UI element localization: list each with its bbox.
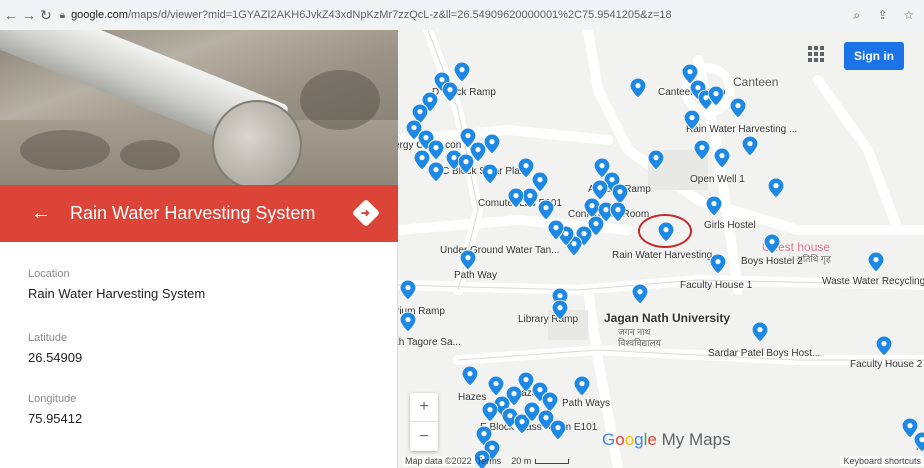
location-value: Rain Water Harvesting System	[28, 286, 206, 301]
map-label-jnu: Jagan Nath University	[604, 311, 731, 325]
map-marker-icon[interactable]	[768, 178, 784, 198]
map-marker-icon[interactable]	[764, 234, 780, 254]
map-label-path-way: Path Way	[454, 270, 497, 281]
directions-icon[interactable]: ➜	[351, 198, 381, 228]
star-icon[interactable]: ☆	[900, 6, 918, 24]
zoom-control: + −	[410, 393, 438, 451]
map-label-canteen: Canteen	[733, 75, 779, 89]
map-marker-icon[interactable]	[752, 322, 768, 342]
map-marker-icon[interactable]	[612, 184, 628, 204]
selected-marker-highlight	[638, 214, 692, 248]
map-marker-icon[interactable]	[914, 432, 924, 452]
place-photo	[0, 30, 398, 185]
back-arrow-icon[interactable]: ←	[30, 202, 52, 225]
keyboard-shortcuts-link[interactable]: Keyboard shortcuts	[840, 456, 924, 466]
lock-icon: 🔒︎	[59, 9, 66, 21]
map-label-open-well: Open Well 1	[690, 174, 745, 185]
reload-icon[interactable]: ↻	[40, 5, 52, 25]
map-marker-icon[interactable]	[684, 110, 700, 130]
map-label-path-ways: Path Ways	[562, 398, 610, 409]
map-label-tagore: th Tagore Sa...	[398, 337, 461, 348]
map-marker-icon[interactable]	[400, 312, 416, 332]
map-marker-icon[interactable]	[552, 300, 568, 320]
map-label-boys-hostel: Boys Hostel 2	[741, 256, 803, 267]
forward-icon[interactable]: →	[22, 5, 36, 25]
location-field: Location Rain Water Harvesting System	[28, 268, 205, 301]
map-marker-icon[interactable]	[482, 164, 498, 184]
map-marker-icon[interactable]	[632, 284, 648, 304]
map-marker-icon[interactable]	[522, 188, 538, 208]
latitude-label: Latitude	[28, 332, 68, 344]
back-icon[interactable]: ←	[4, 5, 18, 25]
place-info-panel: ← Rain Water Harvesting System ➜ Locatio…	[0, 30, 398, 468]
map-marker-icon[interactable]	[460, 250, 476, 270]
apps-grid-icon[interactable]	[808, 46, 824, 62]
browser-toolbar: ← → ↻ 🔒︎ google.com/maps/d/viewer?mid=1G…	[0, 0, 924, 30]
longitude-label: Longitude	[28, 393, 77, 405]
map-marker-icon[interactable]	[508, 188, 524, 208]
map-marker-icon[interactable]	[548, 220, 564, 240]
map-label-faculty2: Faculty House 2	[850, 359, 923, 370]
place-header: ← Rain Water Harvesting System ➜	[0, 185, 398, 242]
zoom-out-button[interactable]: −	[410, 422, 438, 451]
map-marker-icon[interactable]	[876, 336, 892, 356]
map-marker-icon[interactable]	[484, 134, 500, 154]
map-marker-icon[interactable]	[868, 252, 884, 272]
map-label-waste-water: Waste Water Recycling	[822, 276, 924, 287]
latitude-field: Latitude 26.54909	[28, 332, 82, 365]
url-host: google.com	[71, 9, 128, 21]
address-bar[interactable]: 🔒︎ google.com/maps/d/viewer?mid=1GYAZI2A…	[60, 4, 820, 26]
scale-bar: 20 m	[511, 456, 570, 466]
share-icon[interactable]: ⇪	[874, 6, 892, 24]
zoom-icon[interactable]: ⌕	[848, 6, 866, 24]
map-marker-icon[interactable]	[694, 140, 710, 160]
map-label-girls-hostel: Girls Hostel	[704, 220, 756, 231]
map-marker-icon[interactable]	[488, 376, 504, 396]
sign-in-button[interactable]: Sign in	[844, 42, 904, 70]
map-marker-icon[interactable]	[442, 82, 458, 102]
map-label-library-ramp: Library Ramp	[518, 314, 579, 325]
map-label-rwh: Rain Water Harvesting	[612, 250, 713, 261]
map-label-faculty1: Faculty House 1	[680, 280, 753, 291]
url-path: /maps/d/viewer?mid=1GYAZI2AKH6JvkZ43xdNp…	[127, 9, 672, 21]
map-marker-icon[interactable]	[648, 150, 664, 170]
map-marker-icon[interactable]	[460, 128, 476, 148]
map-marker-icon[interactable]	[428, 162, 444, 182]
map-attribution: Map data ©2022	[402, 456, 475, 466]
map-marker-icon[interactable]	[454, 62, 470, 82]
map-label-jnu-hindi2: विश्वविद्यालय	[618, 338, 661, 348]
map-marker-icon[interactable]	[538, 200, 554, 220]
zoom-in-button[interactable]: +	[410, 393, 438, 422]
map-label-sardar: Sardar Patel Boys Host...	[708, 348, 821, 359]
longitude-value: 75.95412	[28, 411, 83, 426]
map-marker-icon[interactable]	[630, 78, 646, 98]
map-marker-icon[interactable]	[400, 280, 416, 300]
place-title: Rain Water Harvesting System	[70, 203, 316, 223]
longitude-field: Longitude 75.95412	[28, 393, 82, 426]
location-label: Location	[28, 268, 70, 280]
map-footer: Map data ©2022 Terms 20 m Keyboard short…	[398, 454, 924, 468]
latitude-value: 26.54909	[28, 350, 83, 365]
terms-link[interactable]: Terms	[477, 456, 502, 466]
google-my-maps-logo: Google My Maps	[602, 430, 731, 449]
map-marker-icon[interactable]	[742, 136, 758, 156]
map-marker-icon[interactable]	[462, 366, 478, 386]
map-marker-icon[interactable]	[482, 402, 498, 422]
map-marker-icon[interactable]	[542, 392, 558, 412]
map-marker-icon[interactable]	[574, 376, 590, 396]
map-marker-icon[interactable]	[730, 98, 746, 118]
map-marker-icon[interactable]	[708, 86, 724, 106]
map-label-underground: Under Ground Water Tan...	[440, 245, 560, 256]
map-marker-icon[interactable]	[706, 196, 722, 216]
map-marker-icon[interactable]	[592, 180, 608, 200]
map-canvas[interactable]: Sign in D Block RampCanteenCanteen RampR…	[398, 30, 924, 468]
map-marker-icon[interactable]	[428, 140, 444, 160]
map-marker-icon[interactable]	[610, 202, 626, 222]
map-marker-icon[interactable]	[714, 148, 730, 168]
map-marker-icon[interactable]	[710, 254, 726, 274]
map-marker-icon[interactable]	[550, 420, 566, 440]
map-label-rwh-short: Rain Water Harvesting ...	[686, 124, 798, 135]
